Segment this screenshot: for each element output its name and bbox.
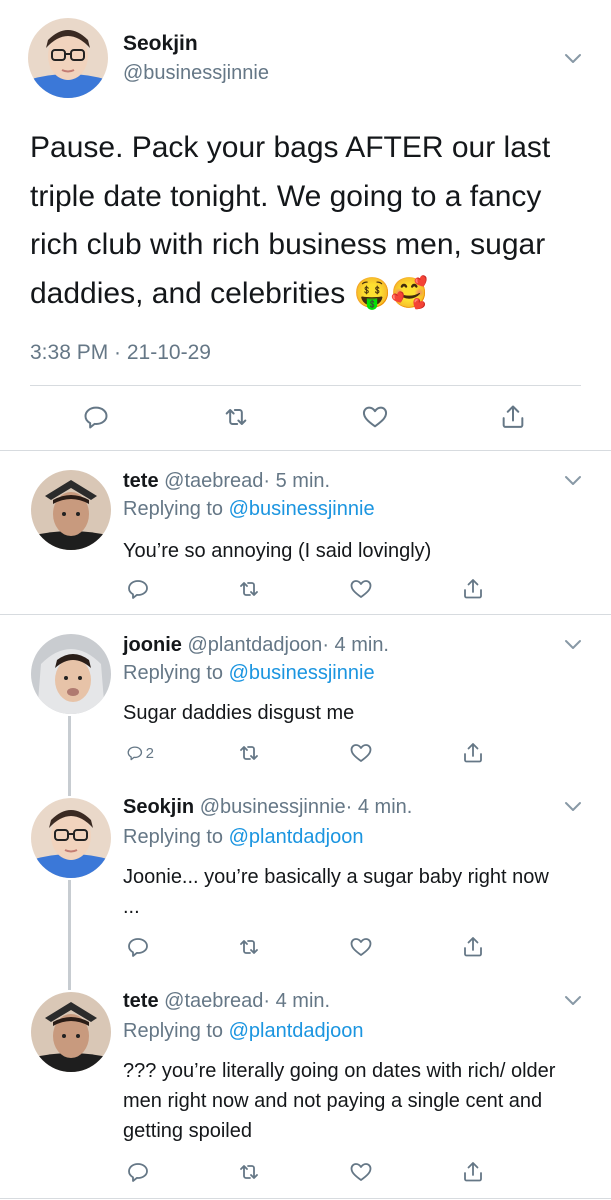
handle[interactable]: @taebread: [164, 470, 263, 492]
like-icon: [350, 580, 372, 598]
timestamp[interactable]: · 4 min.: [322, 634, 389, 656]
mention-link[interactable]: @plantdadjoon: [229, 826, 364, 848]
display-name[interactable]: tete: [123, 470, 159, 492]
retweet-icon: [240, 746, 258, 760]
retweet-icon: [240, 582, 258, 596]
handle[interactable]: @businessjinnie: [200, 796, 346, 818]
reply-icon: [128, 580, 148, 599]
display-name[interactable]: Seokjin: [123, 32, 198, 56]
reply-text: Sugar daddies disgust me: [123, 702, 355, 724]
display-name[interactable]: tete: [123, 990, 159, 1012]
timestamp[interactable]: · 5 min.: [263, 470, 330, 492]
reply-icon: [127, 746, 143, 761]
reply-button[interactable]: [126, 575, 154, 603]
avatar[interactable]: [31, 634, 111, 714]
reply-icon: [128, 1163, 148, 1182]
avatar[interactable]: [31, 992, 111, 1072]
avatar[interactable]: [31, 798, 111, 878]
like-button[interactable]: [361, 403, 389, 431]
share-icon: [464, 579, 482, 599]
like-icon: [350, 1163, 372, 1181]
handle[interactable]: @businessjinnie: [123, 62, 269, 85]
reply-icon: [84, 406, 108, 429]
like-icon: [362, 406, 388, 428]
like-button[interactable]: [349, 1158, 377, 1186]
share-button[interactable]: [461, 575, 489, 603]
reply-count: 2: [145, 744, 154, 762]
chevron-down-icon[interactable]: [563, 52, 583, 66]
retweet-icon: [240, 1165, 258, 1179]
share-button[interactable]: [461, 933, 489, 961]
tweet-text: Pause. Pack your bags AFTER our last tri…: [30, 131, 551, 310]
avatar[interactable]: [28, 18, 108, 98]
like-icon: [350, 938, 372, 956]
thread-connector: [68, 880, 71, 990]
share-icon: [464, 937, 482, 957]
divider: [0, 614, 611, 615]
retweet-button[interactable]: [237, 1158, 265, 1186]
retweet-button[interactable]: [237, 739, 265, 767]
share-button[interactable]: [461, 1158, 489, 1186]
avatar[interactable]: [31, 470, 111, 550]
reply-text: ??? you’re literally going on dates with…: [123, 1060, 556, 1142]
retweet-button[interactable]: [237, 575, 265, 603]
mention-link[interactable]: @plantdadjoon: [229, 1020, 364, 1042]
share-button[interactable]: [461, 739, 489, 767]
share-button[interactable]: [499, 403, 527, 431]
reply-button[interactable]: [82, 403, 110, 431]
reply-button[interactable]: [126, 1158, 154, 1186]
divider: [30, 385, 581, 386]
retweet-icon: [240, 940, 258, 954]
chevron-down-icon[interactable]: [563, 638, 583, 652]
handle[interactable]: @taebread: [164, 990, 263, 1012]
like-button[interactable]: [349, 739, 377, 767]
divider: [0, 450, 611, 451]
like-icon: [350, 744, 372, 762]
share-icon: [464, 743, 482, 763]
like-button[interactable]: [349, 933, 377, 961]
chevron-down-icon[interactable]: [563, 800, 583, 814]
reply-icon: [128, 938, 148, 957]
replying-to-label: Replying to: [123, 498, 224, 520]
handle[interactable]: @plantdadjoon: [187, 634, 322, 656]
chevron-down-icon[interactable]: [563, 994, 583, 1008]
like-button[interactable]: [349, 575, 377, 603]
chevron-down-icon[interactable]: [563, 474, 583, 488]
mention-link[interactable]: @businessjinnie: [229, 498, 375, 520]
timestamp[interactable]: · 4 min.: [346, 796, 413, 818]
reply-button[interactable]: 2: [126, 739, 154, 767]
retweet-button[interactable]: [222, 403, 250, 431]
share-icon: [464, 1162, 482, 1182]
retweet-icon: [225, 409, 247, 425]
replying-to-label: Replying to: [123, 1020, 224, 1042]
mention-link[interactable]: @businessjinnie: [229, 662, 375, 684]
reply-text: You’re so annoying (I said lovingly): [123, 540, 432, 562]
replying-to-label: Replying to: [123, 662, 224, 684]
thread-connector: [68, 716, 71, 796]
reply-text: Joonie... you’re basically a sugar baby …: [123, 866, 549, 918]
display-name[interactable]: Seokjin: [123, 796, 194, 818]
timestamp[interactable]: 3:38 PM · 21-10-29: [30, 341, 211, 365]
retweet-button[interactable]: [237, 933, 265, 961]
display-name[interactable]: joonie: [123, 634, 182, 656]
timestamp[interactable]: · 4 min.: [263, 990, 330, 1012]
replying-to-label: Replying to: [123, 826, 224, 848]
divider: [0, 1198, 611, 1199]
share-icon: [502, 405, 524, 428]
reply-button[interactable]: [126, 933, 154, 961]
